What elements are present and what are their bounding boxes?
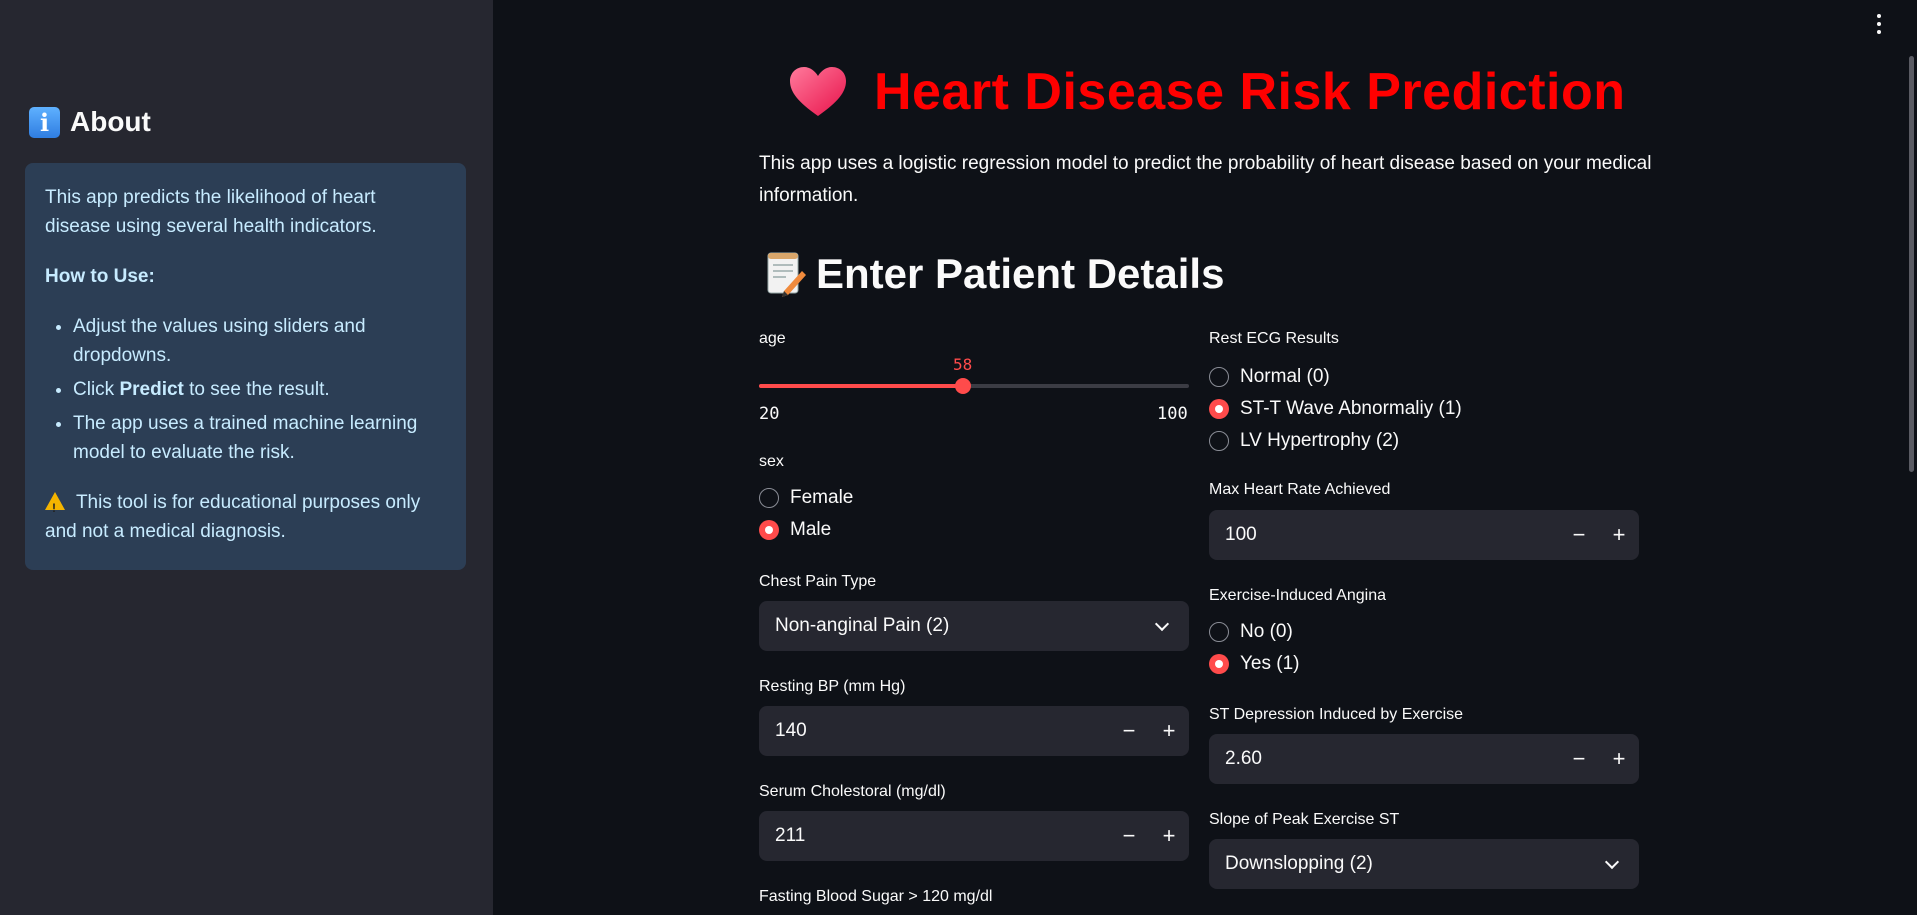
app-description: This app uses a logistic regression mode… [759,153,1652,206]
decrement-button[interactable]: − [1559,734,1599,784]
chevron-down-icon [1604,854,1620,869]
radio-button[interactable] [1209,399,1229,419]
resting-bp-value[interactable]: 140 [759,720,1109,742]
radio-button[interactable] [1209,654,1229,674]
increment-button[interactable]: + [1599,510,1639,560]
resting-bp-label: Resting BP (mm Hg) [759,678,906,695]
increment-button[interactable]: + [1149,706,1189,756]
max-hr-value[interactable]: 100 [1209,524,1559,546]
page-title-text: Heart Disease Risk Prediction [874,63,1626,121]
cholesterol-value[interactable]: 211 [759,825,1109,847]
page-title: Heart Disease Risk Prediction [788,62,1626,122]
memo-icon [767,252,806,297]
how-to-use-list: Adjust the values using sliders and drop… [73,312,446,467]
sex-option-male[interactable]: Male [759,519,831,541]
radio-label: ST-T Wave Abnormaliy (1) [1240,398,1462,419]
angina-option-no[interactable]: No (0) [1209,621,1293,643]
sidebar-title: i About [29,106,151,138]
heart-icon [790,67,846,116]
radio-label: Normal (0) [1240,366,1330,387]
info-icon: i [29,106,60,138]
radio-button[interactable] [1209,367,1229,387]
radio-button[interactable] [759,488,779,508]
chest-pain-value: Non-anginal Pain (2) [775,615,950,636]
slope-label: Slope of Peak Exercise ST [1209,811,1400,828]
radio-label: LV Hypertrophy (2) [1240,430,1400,451]
list-item-bold: Predict [119,379,184,400]
list-item-text: Click [73,379,120,400]
cholesterol-input[interactable]: 211 − + [759,811,1189,861]
list-item: The app uses a trained machine learning … [73,409,446,467]
radio-button[interactable] [1209,431,1229,451]
age-label: age [759,330,786,347]
restecg-option-normal[interactable]: Normal (0) [1209,366,1330,388]
sidebar: i About This app predicts the likelihood… [0,0,493,915]
age-min: 20 [759,404,780,424]
st-depression-label: ST Depression Induced by Exercise [1209,706,1464,723]
warning-message: This tool is for educational purposes on… [45,492,421,542]
section-title: Enter Patient Details [766,250,1224,298]
age-value: 58 [953,355,973,374]
chest-pain-label: Chest Pain Type [759,573,877,590]
increment-button[interactable]: + [1149,811,1189,861]
st-depression-value[interactable]: 2.60 [1209,748,1559,770]
chest-pain-select[interactable]: Non-anginal Pain (2) [759,601,1189,651]
age-slider-thumb[interactable] [955,378,971,394]
section-title-text: Enter Patient Details [816,250,1225,297]
list-item: Adjust the values using sliders and drop… [73,312,446,370]
st-depression-input[interactable]: 2.60 − + [1209,734,1639,784]
about-intro: This app predicts the likelihood of hear… [45,187,377,237]
sidebar-title-text: About [70,106,151,137]
main-menu-icon[interactable] [1874,14,1884,34]
radio-button[interactable] [759,520,779,540]
decrement-button[interactable]: − [1109,811,1149,861]
resting-bp-input[interactable]: 140 − + [759,706,1189,756]
age-slider-fill [759,384,963,388]
increment-button[interactable]: + [1599,734,1639,784]
list-item: Click Predict to see the result. [73,375,446,404]
angina-option-yes[interactable]: Yes (1) [1209,653,1300,675]
cholesterol-label: Serum Cholestoral (mg/dl) [759,783,946,800]
age-slider[interactable] [759,378,1189,394]
chevron-down-icon [1154,616,1170,631]
max-hr-input[interactable]: 100 − + [1209,510,1639,560]
how-to-use-heading: How to Use: [45,266,155,287]
sex-option-female[interactable]: Female [759,487,853,509]
radio-label: Yes (1) [1240,653,1300,674]
radio-button[interactable] [1209,622,1229,642]
about-info-box: This app predicts the likelihood of hear… [25,163,466,570]
radio-label: No (0) [1240,621,1293,642]
radio-label: Male [790,519,832,540]
decrement-button[interactable]: − [1109,706,1149,756]
max-hr-label: Max Heart Rate Achieved [1209,481,1391,498]
angina-label: Exercise-Induced Angina [1209,587,1386,604]
scrollbar[interactable] [1909,56,1914,472]
slope-select[interactable]: Downslopping (2) [1209,839,1639,889]
decrement-button[interactable]: − [1559,510,1599,560]
warning-icon [45,492,65,523]
restecg-option-stt[interactable]: ST-T Wave Abnormaliy (1) [1209,398,1462,420]
fbs-label: Fasting Blood Sugar > 120 mg/dl [759,888,993,905]
slope-value: Downslopping (2) [1225,853,1373,874]
warning-text: This tool is for educational purposes on… [45,488,446,546]
age-max: 100 [1157,404,1188,424]
restecg-label: Rest ECG Results [1209,330,1339,347]
list-item-text: to see the result. [183,379,330,400]
radio-label: Female [790,487,854,508]
restecg-option-lvh[interactable]: LV Hypertrophy (2) [1209,430,1399,452]
sex-label: sex [759,453,784,470]
